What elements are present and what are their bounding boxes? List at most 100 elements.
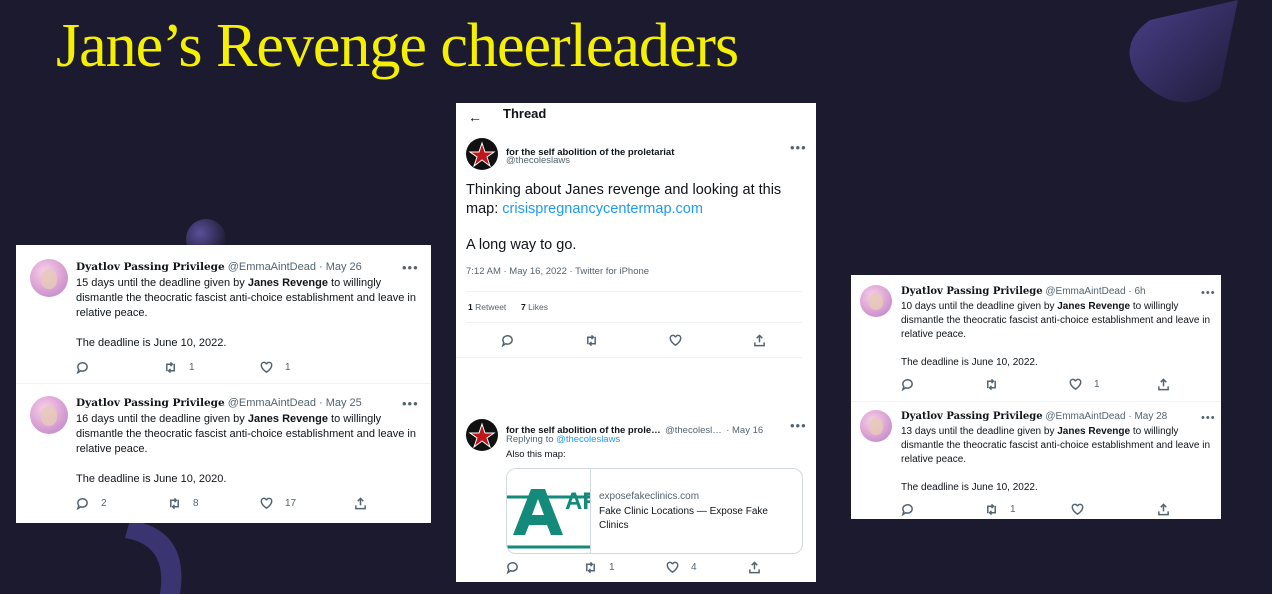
link-card[interactable]: AF exposefakeclinics.com Fake Clinic Loc…: [506, 468, 803, 554]
expose-fake-clinics-logo-icon: AF: [507, 469, 597, 553]
like-button[interactable]: 17: [260, 497, 296, 510]
author-handle[interactable]: @thecolesl…: [665, 425, 722, 436]
retweet-count: 1: [609, 562, 615, 573]
retweet-button[interactable]: 1: [584, 561, 615, 574]
author-handle[interactable]: @EmmaAintDead: [228, 397, 316, 409]
deadline-text: The deadline is June 10, 2022.: [901, 357, 1038, 368]
retweet-button[interactable]: [585, 334, 598, 347]
tweet-link[interactable]: crisispregnancycentermap.com: [502, 201, 703, 217]
like-label: Likes: [528, 302, 548, 312]
retweet-icon: [586, 561, 595, 574]
tweet-text: 13 days until the deadline given by Jane…: [901, 425, 1211, 467]
more-icon[interactable]: •••: [790, 419, 807, 432]
avatar[interactable]: [860, 285, 892, 317]
share-button[interactable]: [354, 497, 367, 510]
tweet-date[interactable]: · 6h: [1128, 286, 1145, 297]
decorative-arc-shape: [125, 520, 182, 594]
like-count: 1: [1094, 379, 1100, 390]
reply-icon: [901, 504, 913, 516]
author-handle[interactable]: @EmmaAintDead: [1045, 411, 1125, 422]
retweet-button[interactable]: [985, 378, 998, 391]
retweet-stat[interactable]: 1 Retweet: [468, 302, 506, 312]
reply-button[interactable]: [901, 378, 914, 391]
author-name[interactable]: Dyatlov Passing Privilege: [901, 411, 1043, 422]
tweet-bold-link[interactable]: Janes Revenge: [248, 413, 328, 425]
more-icon[interactable]: •••: [1201, 413, 1216, 424]
retweet-count: 1: [468, 302, 473, 312]
more-icon[interactable]: •••: [402, 397, 419, 410]
like-stat[interactable]: 7 Likes: [521, 302, 548, 312]
tweet-actions: 1 4: [506, 561, 776, 577]
tweet-bold-link[interactable]: Janes Revenge: [1057, 426, 1130, 437]
like-button[interactable]: 4: [666, 561, 697, 574]
left-tweets-screenshot: Dyatlov Passing Privilege @EmmaAintDead …: [16, 245, 431, 523]
share-button[interactable]: [1157, 503, 1170, 516]
tweet-meta[interactable]: 7:12 AM · May 16, 2022 · Twitter for iPh…: [466, 266, 649, 277]
reply-button[interactable]: [901, 503, 914, 516]
tweet-header: Dyatlov Passing Privilege @EmmaAintDead …: [901, 410, 1167, 423]
like-button[interactable]: 1: [1069, 378, 1100, 391]
tweet-text: 15 days until the deadline given by Jane…: [76, 276, 416, 321]
author-name[interactable]: Dyatlov Passing Privilege: [76, 261, 225, 273]
tweet-date[interactable]: · May 28: [1128, 411, 1167, 422]
share-icon: [749, 561, 760, 574]
tweet-header: Dyatlov Passing Privilege @EmmaAintDead …: [901, 285, 1146, 298]
author-handle[interactable]: @thecoleslaws: [506, 155, 570, 166]
reply-button[interactable]: [506, 561, 519, 574]
retweet-button[interactable]: 1: [985, 503, 1016, 516]
back-arrow-icon[interactable]: ←: [468, 109, 482, 125]
retweet-icon: [587, 334, 596, 347]
retweet-button[interactable]: 1: [164, 361, 195, 374]
retweet-icon: [166, 361, 175, 374]
reply-icon: [76, 498, 88, 510]
like-button[interactable]: [669, 334, 682, 347]
like-count: 7: [521, 302, 526, 312]
more-icon[interactable]: •••: [790, 141, 807, 154]
tweet[interactable]: Dyatlov Passing Privilege @EmmaAintDead …: [851, 275, 1221, 401]
avatar[interactable]: [466, 138, 498, 170]
reply-text: Also this map:: [506, 449, 566, 460]
tweet-date[interactable]: · May 25: [319, 397, 362, 409]
card-logo: AF: [507, 469, 597, 553]
reply-button[interactable]: [501, 334, 514, 347]
tweet-text-part: 13 days until the deadline given by: [901, 426, 1058, 437]
author-handle[interactable]: @EmmaAintDead: [228, 261, 316, 273]
share-icon: [1158, 503, 1169, 516]
like-button[interactable]: 1: [260, 361, 291, 374]
main-tweet-text: Thinking about Janes revenge and looking…: [466, 181, 806, 219]
more-icon[interactable]: •••: [1201, 288, 1216, 299]
tweet[interactable]: Dyatlov Passing Privilege @EmmaAintDead …: [851, 401, 1221, 519]
tweet-bold-link[interactable]: Janes Revenge: [248, 277, 328, 289]
more-icon[interactable]: •••: [402, 261, 419, 274]
author-name[interactable]: Dyatlov Passing Privilege: [76, 397, 225, 409]
avatar[interactable]: [30, 396, 68, 434]
share-button[interactable]: [748, 561, 761, 574]
card-logo-text: AF: [565, 488, 590, 515]
tweet-actions: 1: [901, 503, 1181, 519]
tweet-stats: 1 Retweet 7 Likes: [466, 291, 802, 323]
tweet-date[interactable]: · May 16: [726, 425, 763, 436]
tweet[interactable]: Dyatlov Passing Privilege @EmmaAintDead …: [16, 245, 431, 383]
tweet[interactable]: Dyatlov Passing Privilege @EmmaAintDead …: [16, 383, 431, 523]
reply-button[interactable]: 2: [76, 497, 107, 510]
avatar[interactable]: [466, 419, 498, 451]
like-button[interactable]: [1071, 503, 1084, 516]
share-icon: [754, 334, 765, 347]
author-handle[interactable]: @EmmaAintDead: [1045, 286, 1125, 297]
deadline-text: The deadline is June 10, 2020.: [76, 473, 227, 485]
share-icon: [1158, 378, 1169, 391]
share-button[interactable]: [753, 334, 766, 347]
retweet-button[interactable]: 8: [168, 497, 199, 510]
thread-title: Thread: [503, 106, 547, 121]
tweet-header: Dyatlov Passing Privilege @EmmaAintDead …: [76, 397, 362, 410]
tweet-date[interactable]: · May 26: [319, 261, 362, 273]
replying-handle-link[interactable]: @thecoleslaws: [556, 434, 620, 445]
reply-button[interactable]: [76, 361, 101, 374]
like-icon: [260, 361, 273, 374]
tweet-actions: 1: [901, 378, 1181, 394]
avatar[interactable]: [860, 410, 892, 442]
share-button[interactable]: [1157, 378, 1170, 391]
tweet-bold-link[interactable]: Janes Revenge: [1057, 301, 1130, 312]
author-name[interactable]: Dyatlov Passing Privilege: [901, 286, 1043, 297]
avatar[interactable]: [30, 259, 68, 297]
